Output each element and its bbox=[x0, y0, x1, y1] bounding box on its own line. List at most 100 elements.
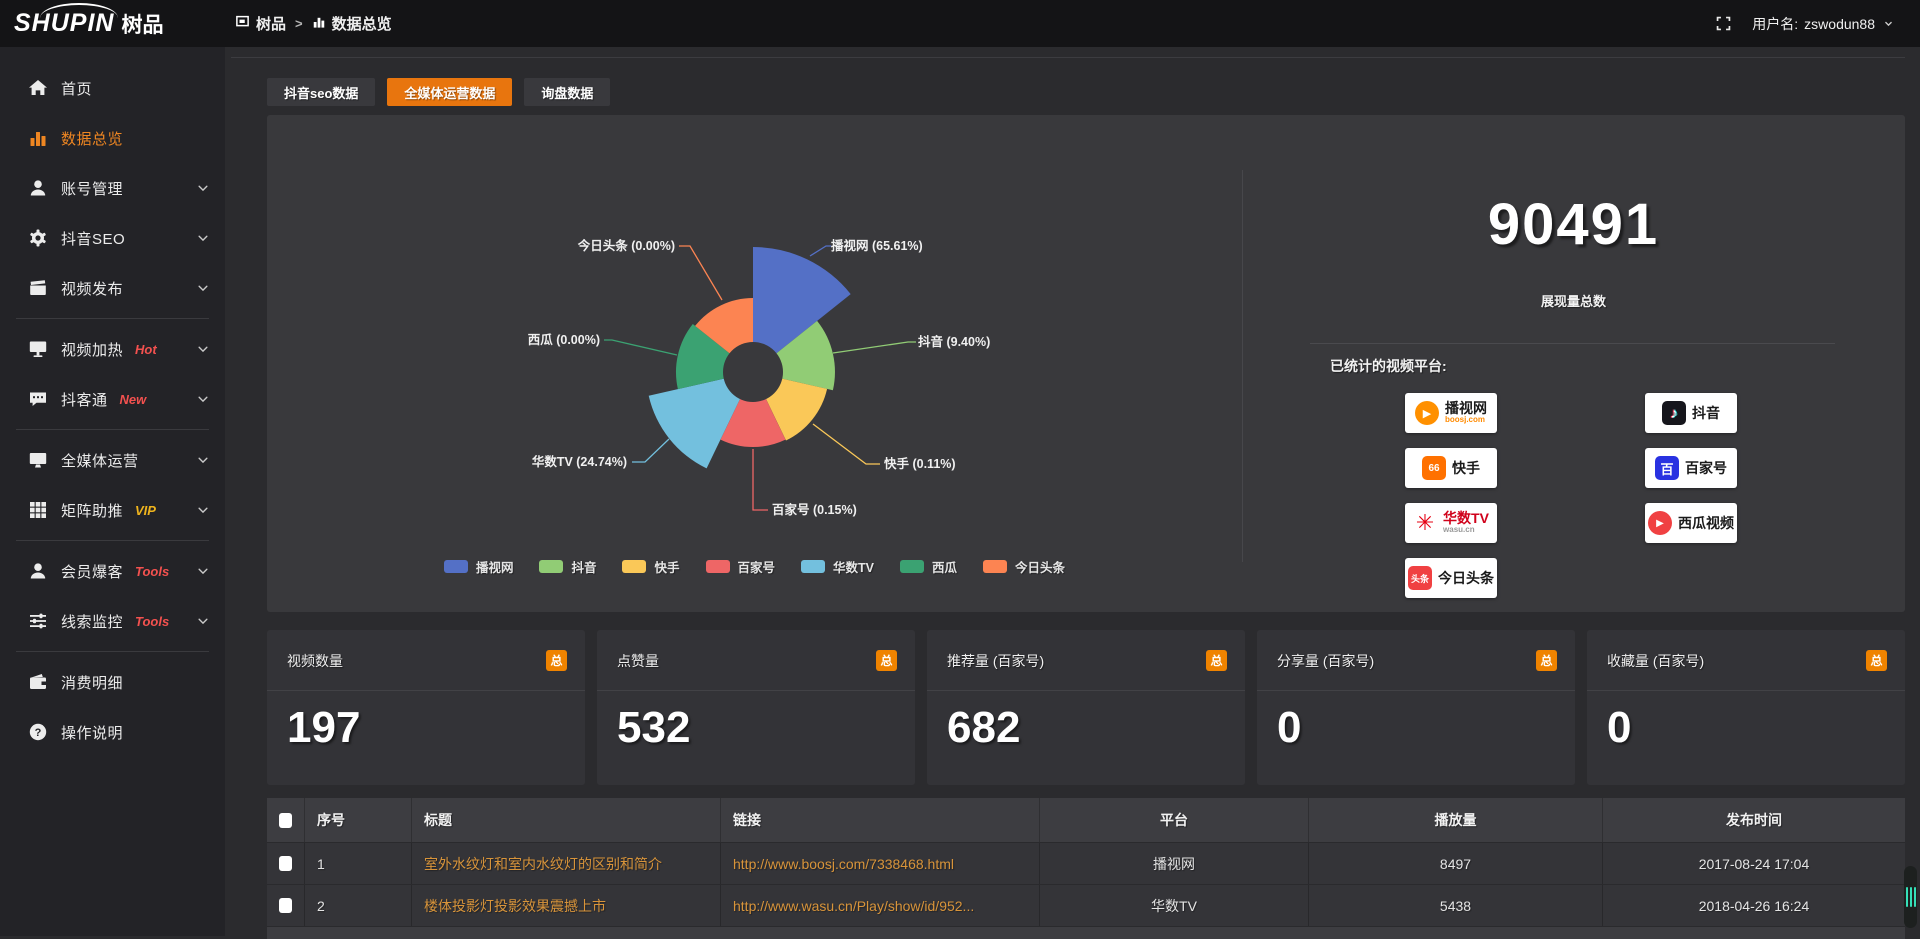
stat-card-value: 0 bbox=[1587, 691, 1905, 753]
pie-label: 快手 (0.11%) bbox=[884, 456, 956, 471]
legend-item-5[interactable]: 西瓜 bbox=[900, 557, 957, 576]
platform-name: 播视网 bbox=[1445, 401, 1487, 416]
table-header-cell: 发布时间 bbox=[1603, 798, 1905, 842]
baijiahao-logo-icon: 百 bbox=[1655, 456, 1679, 480]
chevron-down-icon bbox=[196, 281, 210, 295]
logo-arc bbox=[40, 3, 118, 18]
sidebar-item-consumption-detail[interactable]: 消费明细 bbox=[0, 657, 225, 707]
sidebar-item-label: 操作说明 bbox=[61, 722, 123, 743]
sidebar-item-douyin-seo[interactable]: 抖音SEO bbox=[0, 213, 225, 263]
sidebar-item-label: 会员爆客 bbox=[61, 561, 123, 582]
legend-item-6[interactable]: 今日头条 bbox=[983, 557, 1065, 576]
chevron-down-icon bbox=[196, 231, 210, 245]
tab-inquiry-data[interactable]: 询盘数据 bbox=[524, 78, 610, 106]
legend-item-2[interactable]: 快手 bbox=[622, 557, 679, 576]
total-impressions-value: 90491 bbox=[1242, 191, 1905, 258]
pie-center-hole bbox=[723, 342, 783, 402]
sidebar-item-home[interactable]: 首页 bbox=[0, 63, 225, 113]
sidebar-item-tag: Tools bbox=[135, 564, 169, 579]
platform-badge-boosj: ▶播视网boosj.com bbox=[1405, 393, 1497, 433]
breadcrumb-label: 数据总览 bbox=[332, 13, 392, 34]
chevron-down-icon bbox=[196, 564, 210, 578]
breadcrumb-item-data-overview[interactable]: 数据总览 bbox=[312, 13, 392, 34]
overview-divider bbox=[1310, 343, 1835, 344]
sidebar-item-label: 首页 bbox=[61, 78, 92, 99]
platform-badge-text: 百家号 bbox=[1685, 461, 1727, 476]
platform-badge-text: 华数TVwasu.cn bbox=[1443, 511, 1489, 534]
sidebar-item-operation-guide[interactable]: ?操作说明 bbox=[0, 707, 225, 757]
sidebar-item-label: 抖音SEO bbox=[61, 228, 125, 249]
sidebar-item-douketong[interactable]: 抖客通New bbox=[0, 374, 225, 424]
floating-scrollbar[interactable] bbox=[1904, 866, 1917, 928]
wallet-icon bbox=[28, 672, 48, 692]
chevron-down-icon bbox=[1883, 18, 1894, 29]
pie-label-line bbox=[753, 449, 768, 510]
sidebar-item-label: 线索监控 bbox=[61, 611, 123, 632]
sidebar-item-matrix-boost[interactable]: 矩阵助推 VIP bbox=[0, 485, 225, 535]
legend-swatch bbox=[983, 560, 1007, 573]
sidebar-item-data-overview[interactable]: 数据总览 bbox=[0, 113, 225, 163]
row-checkbox[interactable] bbox=[279, 898, 292, 913]
stat-card-header: 视频数量总 bbox=[267, 630, 585, 690]
sidebar-item-omni-media[interactable]: 全媒体运营 bbox=[0, 435, 225, 485]
user-menu[interactable]: 用户名: zswodun88 bbox=[1752, 14, 1894, 34]
chevron-down-icon bbox=[196, 503, 210, 517]
pie-label: 华数TV (24.74%) bbox=[532, 454, 627, 469]
legend-swatch bbox=[539, 560, 563, 573]
tab-omni-media-data[interactable]: 全媒体运营数据 bbox=[387, 78, 512, 106]
grid-icon bbox=[28, 500, 48, 520]
sidebar-item-label: 矩阵助推 bbox=[61, 500, 123, 521]
cell-link[interactable]: http://www.wasu.cn/Play/show/id/952... bbox=[721, 885, 1040, 926]
sidebar-item-label: 数据总览 bbox=[61, 128, 123, 149]
legend-swatch bbox=[444, 560, 468, 573]
legend-item-0[interactable]: 播视网 bbox=[444, 557, 514, 576]
topbar: SHUPIN 树品 树品 > 数据总览 用户名: zswodun88 bbox=[0, 0, 1920, 47]
douyin-logo-icon: ♪ bbox=[1662, 401, 1686, 425]
sidebar-item-video-heating[interactable]: 视频加热Hot bbox=[0, 324, 225, 374]
platform-badge-wasu: ✳华数TVwasu.cn bbox=[1405, 503, 1497, 543]
legend-swatch bbox=[706, 560, 730, 573]
cell-title[interactable]: 楼体投影灯投影效果震撼上市 bbox=[412, 885, 721, 926]
legend-item-3[interactable]: 百家号 bbox=[706, 557, 776, 576]
tab-douyin-seo-data[interactable]: 抖音seo数据 bbox=[267, 78, 375, 106]
platform-badge-douyin: ♪ 抖音 bbox=[1645, 393, 1737, 433]
sidebar-item-account-management[interactable]: 账号管理 bbox=[0, 163, 225, 213]
platform-badge-text: 西瓜视频 bbox=[1678, 516, 1734, 531]
stat-card-title: 推荐量 (百家号) bbox=[947, 651, 1044, 671]
comment-icon bbox=[28, 389, 48, 409]
xigua-logo-icon: ▶ bbox=[1648, 511, 1672, 535]
fullscreen-icon[interactable] bbox=[1715, 15, 1732, 32]
stat-card-value: 532 bbox=[597, 691, 915, 753]
table-row-2: 2楼体投影灯投影效果震撼上市http://www.wasu.cn/Play/sh… bbox=[267, 884, 1905, 926]
legend-label: 华数TV bbox=[833, 557, 874, 576]
table-row-1: 1室外水纹灯和室内水纹灯的区别和简介http://www.boosj.com/7… bbox=[267, 842, 1905, 884]
breadcrumb-item-shupin[interactable]: 树品 bbox=[235, 13, 286, 34]
total-badge: 总 bbox=[546, 650, 567, 671]
row-checkbox[interactable] bbox=[279, 856, 292, 871]
chevron-down-icon bbox=[196, 181, 210, 195]
pie-label-line bbox=[632, 439, 669, 462]
stat-card-recommend-count: 推荐量 (百家号)总682 bbox=[927, 630, 1245, 785]
sidebar-item-lead-monitor[interactable]: 线索监控Tools bbox=[0, 596, 225, 646]
stat-card-share-count: 分享量 (百家号)总0 bbox=[1257, 630, 1575, 785]
select-all-checkbox[interactable] bbox=[279, 813, 292, 828]
sidebar-item-video-publish[interactable]: 视频发布 bbox=[0, 263, 225, 313]
sidebar-item-member-burst[interactable]: 会员爆客 Tools bbox=[0, 546, 225, 596]
stat-card-value: 682 bbox=[927, 691, 1245, 753]
table-header-checkbox-cell bbox=[267, 798, 305, 842]
platform-badge-text: 抖音 bbox=[1692, 406, 1720, 421]
cell-title[interactable]: 室外水纹灯和室内水纹灯的区别和简介 bbox=[412, 843, 721, 884]
stat-card-header: 分享量 (百家号)总 bbox=[1257, 630, 1575, 690]
legend-label: 百家号 bbox=[738, 557, 776, 576]
sidebar: 首页数据总览账号管理抖音SEO视频发布视频加热Hot抖客通New全媒体运营矩阵助… bbox=[0, 47, 225, 936]
legend-item-4[interactable]: 华数TV bbox=[801, 557, 874, 576]
pie-label-line bbox=[813, 424, 880, 464]
cell-link[interactable]: http://www.boosj.com/7338468.html bbox=[721, 843, 1040, 884]
sidebar-item-tag: VIP bbox=[135, 503, 156, 518]
chevron-down-icon bbox=[196, 453, 210, 467]
pie-label: 播视网 (65.61%) bbox=[831, 238, 923, 253]
legend-swatch bbox=[622, 560, 646, 573]
sidebar-item-label: 账号管理 bbox=[61, 178, 123, 199]
legend-item-1[interactable]: 抖音 bbox=[539, 557, 596, 576]
chevron-down-icon bbox=[196, 392, 210, 406]
